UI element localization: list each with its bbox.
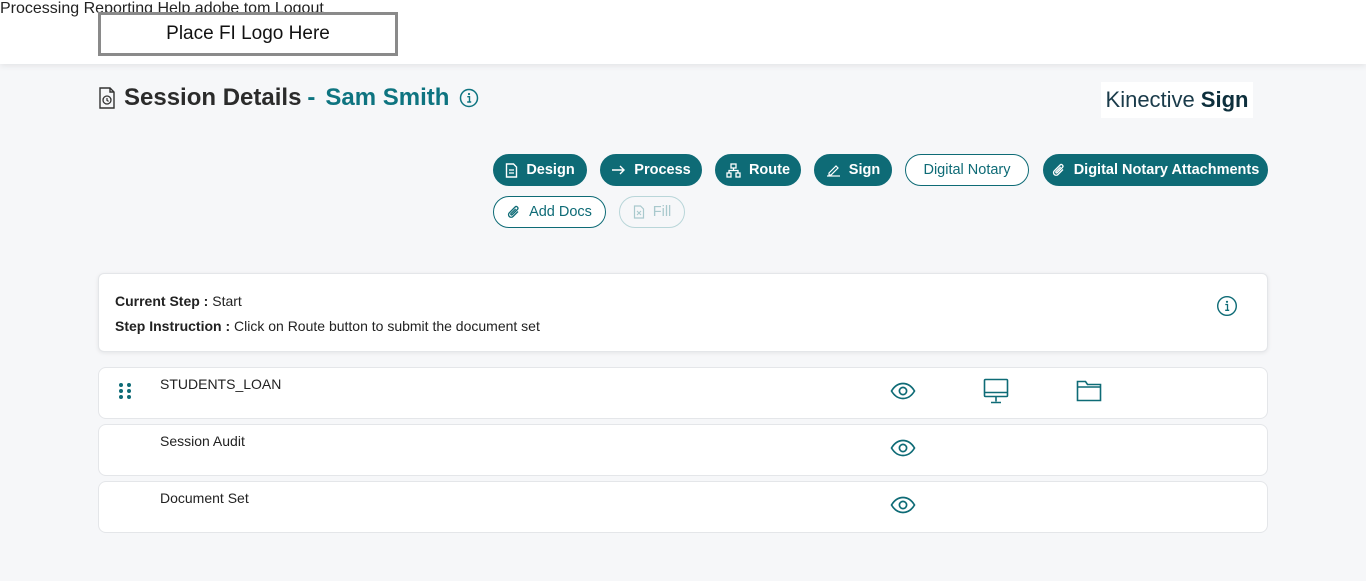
title-separator: - xyxy=(307,84,316,111)
digital-notary-button-label: Digital Notary xyxy=(923,162,1011,178)
fill-button[interactable]: Fill xyxy=(619,196,685,228)
document-name: Document Set xyxy=(160,490,249,506)
step-instruction-value: Click on Route button to submit the docu… xyxy=(234,318,540,334)
document-name: STUDENTS_LOAN xyxy=(160,376,282,392)
eye-icon[interactable] xyxy=(890,496,916,514)
document-row[interactable]: STUDENTS_LOAN xyxy=(98,367,1268,419)
logo-placeholder[interactable]: Place FI Logo Here xyxy=(98,12,398,56)
paperclip-icon xyxy=(1052,163,1064,176)
pen-icon xyxy=(826,164,840,177)
arrow-right-icon xyxy=(612,165,626,175)
sign-button[interactable]: Sign xyxy=(814,154,892,186)
paperclip-icon xyxy=(507,205,519,218)
step-instruction-line: Step Instruction : Click on Route button… xyxy=(115,318,540,334)
digital-notary-attachments-button[interactable]: Digital Notary Attachments xyxy=(1043,154,1268,186)
current-step-line: Current Step : Start xyxy=(115,293,242,309)
info-icon[interactable] xyxy=(459,88,479,108)
document-history-icon xyxy=(99,87,115,109)
digital-notary-button[interactable]: Digital Notary xyxy=(905,154,1029,186)
monitor-icon[interactable] xyxy=(983,378,1009,405)
eye-icon[interactable] xyxy=(890,439,916,457)
route-button-label: Route xyxy=(748,162,791,178)
nav-processing[interactable]: Processing xyxy=(0,0,79,17)
process-button-label: Process xyxy=(634,162,691,178)
customer-name: Sam Smith xyxy=(325,84,450,111)
fill-button-label: Fill xyxy=(652,204,672,220)
current-step-value: Start xyxy=(212,293,242,309)
brand-logo: Kinective Sign xyxy=(1101,82,1253,118)
info-icon[interactable] xyxy=(1216,295,1238,317)
route-button[interactable]: Route xyxy=(715,154,801,186)
document-row[interactable]: Session Audit xyxy=(98,424,1268,476)
step-info-card: Current Step : Start Step Instruction : … xyxy=(98,273,1268,352)
document-row[interactable]: Document Set xyxy=(98,481,1268,533)
add-docs-button-label: Add Docs xyxy=(529,204,592,220)
brand-light-text: Kinective xyxy=(1105,87,1195,112)
drag-handle-icon[interactable] xyxy=(118,382,132,400)
top-navbar: Place FI Logo Here Processing Reporting … xyxy=(0,0,1366,64)
document-icon xyxy=(506,162,518,178)
step-instruction-label: Step Instruction : xyxy=(115,318,231,334)
document-x-icon xyxy=(633,205,644,219)
page-title: Session Details xyxy=(124,84,302,111)
folder-icon[interactable] xyxy=(1076,379,1102,403)
process-button[interactable]: Process xyxy=(600,154,702,186)
sign-button-label: Sign xyxy=(848,162,881,178)
current-step-label: Current Step : xyxy=(115,293,209,309)
design-button-label: Design xyxy=(526,162,575,178)
add-docs-button[interactable]: Add Docs xyxy=(493,196,606,228)
design-button[interactable]: Design xyxy=(493,154,587,186)
digital-notary-attachments-label: Digital Notary Attachments xyxy=(1073,162,1260,178)
eye-icon[interactable] xyxy=(890,382,916,400)
page-title-row: Session Details - Sam Smith xyxy=(98,84,479,112)
hierarchy-icon xyxy=(726,162,741,178)
brand-bold-text: Sign xyxy=(1200,87,1249,112)
document-name: Session Audit xyxy=(160,433,245,449)
